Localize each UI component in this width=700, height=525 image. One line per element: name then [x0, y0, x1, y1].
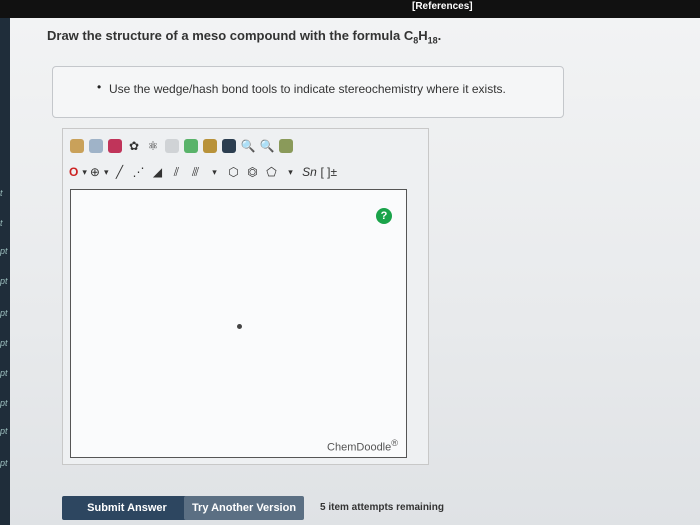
toolbar-row-2: O ▾ ⊕ ▾ ╱ ⋰ ◢ ⫽ ⫻ ▾ ⬡ ⏣ ⬠ ▾ Sn [ ]±: [69, 161, 337, 183]
zoom-out-icon[interactable]: 🔍: [259, 137, 275, 155]
paste-icon[interactable]: [221, 137, 237, 155]
point-label[interactable]: pt: [0, 246, 8, 256]
point-label[interactable]: t: [0, 188, 3, 198]
hint-text: Use the wedge/hash bond tools to indicat…: [109, 82, 506, 96]
atom-label-selector[interactable]: O ▾: [69, 163, 87, 181]
drawing-canvas[interactable]: ? ChemDoodle®: [70, 189, 407, 458]
try-another-version-button[interactable]: Try Another Version: [184, 496, 304, 520]
toolbar-row-1: ✿ ⚛ 🔍 🔍: [69, 135, 294, 157]
references-link[interactable]: [References]: [412, 1, 473, 12]
repeat-unit-icon[interactable]: Sn: [301, 163, 317, 181]
bullet: •: [97, 80, 102, 94]
chemdoodle-brand: ChemDoodle®: [327, 438, 398, 454]
zoom-in-icon[interactable]: 🔍: [240, 137, 256, 155]
hint-box: • Use the wedge/hash bond tools to indic…: [52, 66, 564, 118]
attempts-remaining: 5 item attempts remaining: [320, 502, 444, 513]
point-label[interactable]: pt: [0, 398, 8, 408]
eraser-icon[interactable]: [88, 137, 104, 155]
top-bar: [References]: [0, 0, 700, 18]
question-content: Draw the structure of a meso compound wi…: [10, 18, 700, 525]
point-label[interactable]: pt: [0, 276, 8, 286]
canvas-cursor-dot: [237, 324, 242, 329]
double-bond-icon[interactable]: ⫽: [168, 163, 184, 181]
point-label[interactable]: pt: [0, 308, 8, 318]
hand-icon[interactable]: [69, 137, 85, 155]
submit-answer-button[interactable]: Submit Answer: [62, 496, 192, 520]
hash-bond-icon[interactable]: ⋰: [130, 163, 146, 181]
question-text: Draw the structure of a meso compound wi…: [47, 28, 442, 46]
chevron-down-icon[interactable]: ▾: [206, 163, 222, 181]
undo-icon[interactable]: [164, 137, 180, 155]
bracket-charge-icon[interactable]: [ ]±: [320, 163, 337, 181]
point-label[interactable]: pt: [0, 458, 8, 468]
wedge-bond-icon[interactable]: ◢: [149, 163, 165, 181]
help-icon[interactable]: ?: [376, 208, 392, 224]
copy-icon[interactable]: [202, 137, 218, 155]
redo-icon[interactable]: [183, 137, 199, 155]
point-label[interactable]: pt: [0, 338, 8, 348]
point-label[interactable]: t: [0, 218, 3, 228]
hexagon-ring-icon[interactable]: ⬡: [225, 163, 241, 181]
point-label[interactable]: pt: [0, 426, 8, 436]
benzene-ring-icon[interactable]: ⏣: [244, 163, 260, 181]
point-label[interactable]: pt: [0, 368, 8, 378]
clean-icon[interactable]: [278, 137, 294, 155]
left-strip: t t pt pt pt pt pt pt pt pt: [0, 18, 10, 525]
pentagon-ring-icon[interactable]: ⬠: [263, 163, 279, 181]
templates-icon[interactable]: ⚛: [145, 137, 161, 155]
pen-icon[interactable]: [107, 137, 123, 155]
single-bond-icon[interactable]: ╱: [111, 163, 127, 181]
chevron-down-icon[interactable]: ▾: [282, 163, 298, 181]
chemdoodle-editor: ✿ ⚛ 🔍 🔍 O ▾ ⊕ ▾ ╱ ⋰ ◢ ⫽ ⫻ ▾ ⬡ ⏣ ⬠ ▾ Sn [ ]…: [62, 128, 429, 465]
ring-template-icon[interactable]: ✿: [126, 137, 142, 155]
charge-selector[interactable]: ⊕ ▾: [90, 163, 109, 181]
triple-bond-icon[interactable]: ⫻: [187, 163, 203, 181]
